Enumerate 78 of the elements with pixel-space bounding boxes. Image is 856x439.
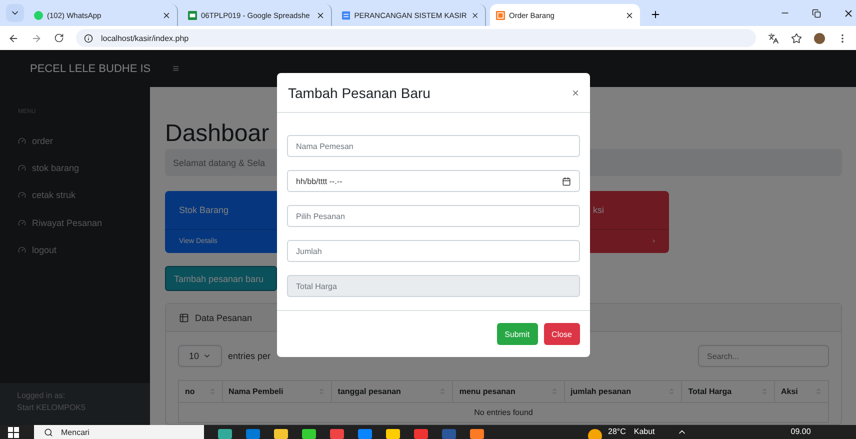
close-button[interactable]: × <box>572 86 579 100</box>
empty-message: No entries found <box>178 402 828 422</box>
weather-icon <box>588 429 602 439</box>
app-icon[interactable] <box>386 429 400 439</box>
new-tab-icon[interactable] <box>650 9 661 20</box>
sidebar-item[interactable]: logout <box>0 236 150 264</box>
close-icon[interactable] <box>625 10 634 20</box>
app-icon[interactable] <box>358 429 372 439</box>
column-header[interactable]: Nama Pembeli <box>222 380 332 402</box>
weather-label: Kabut <box>634 426 655 438</box>
sort-icon <box>439 388 446 395</box>
submit-button[interactable]: Submit <box>496 323 538 345</box>
avatar[interactable] <box>814 32 825 44</box>
windows-icon[interactable] <box>8 427 20 439</box>
back-icon[interactable] <box>8 32 19 44</box>
close-icon[interactable] <box>316 10 325 20</box>
gauge-icon <box>18 191 26 200</box>
restore-icon[interactable] <box>812 8 821 18</box>
column-header[interactable]: tanggal pesanan <box>331 380 453 402</box>
close-icon[interactable] <box>470 10 479 20</box>
column-header[interactable]: Total Harga <box>682 380 774 402</box>
app-icon[interactable] <box>470 429 484 439</box>
gauge-icon <box>18 246 26 254</box>
taskbar-search[interactable]: Mencari <box>34 425 204 439</box>
temperature: 28°C <box>608 426 626 438</box>
close-icon[interactable] <box>843 8 854 18</box>
app-icon[interactable] <box>330 429 344 439</box>
sort-icon <box>318 388 325 395</box>
sort-icon <box>550 388 558 395</box>
sidebar-item[interactable]: stok barang <box>0 154 150 182</box>
table-icon <box>179 312 189 322</box>
sort-icon <box>208 388 216 395</box>
modal-title: Tambah Pesanan Baru <box>288 84 430 100</box>
info-icon[interactable] <box>84 34 93 42</box>
input-field[interactable]: Jumlah <box>287 240 580 262</box>
clock[interactable]: 09.00 <box>790 425 811 439</box>
sidebar-item[interactable]: order <box>0 127 150 154</box>
spreadsheet-icon <box>188 10 197 20</box>
gauge-icon <box>18 164 26 172</box>
column-header[interactable]: jumlah pesanan <box>564 380 682 402</box>
star-icon[interactable] <box>791 32 802 44</box>
close-icon[interactable] <box>162 10 171 20</box>
forward-icon[interactable] <box>31 32 42 44</box>
sort-icon <box>760 388 768 395</box>
entries-label: entries per <box>228 351 271 361</box>
app-icon[interactable] <box>274 429 288 439</box>
close-button[interactable]: Close <box>544 323 580 345</box>
chevron-down-icon <box>203 352 211 360</box>
column-header[interactable]: no <box>178 380 222 402</box>
card-title: ksi <box>593 205 604 215</box>
date-field[interactable]: hh/bb/tttt --.-- <box>287 170 580 192</box>
search-field[interactable]: Search... <box>698 345 829 367</box>
sidebar-item[interactable]: cetak struk <box>0 182 150 210</box>
app-icon[interactable] <box>218 429 232 439</box>
menu-toggle[interactable]: ≡ <box>172 62 180 74</box>
page-title: Dashboar <box>165 119 270 148</box>
app-icon[interactable] <box>302 429 316 439</box>
search-icon <box>44 428 53 436</box>
input-field[interactable]: Pilih Pesanan <box>287 205 580 227</box>
calendar-icon[interactable] <box>562 176 571 186</box>
chat-icon <box>34 10 43 20</box>
card-title: Data Pesanan <box>195 312 252 322</box>
sort-icon <box>815 388 822 395</box>
page-length-select[interactable]: 10 <box>178 345 222 367</box>
card-title: Stok Barang <box>179 205 229 215</box>
column-header[interactable]: Aksi <box>774 380 828 402</box>
translate-icon[interactable] <box>768 32 779 44</box>
gauge-icon <box>18 218 26 227</box>
brand[interactable]: PECEL LELE BUDHE IS <box>30 62 151 74</box>
app-icon <box>496 10 505 20</box>
address-bar[interactable]: localhost/kasir/index.php <box>76 29 756 47</box>
sort-icon <box>668 388 676 395</box>
sidebar-item[interactable]: Riwayat Pesanan <box>0 209 150 237</box>
gauge-icon <box>18 136 26 145</box>
reload-icon[interactable] <box>54 33 64 43</box>
input-field[interactable]: Nama Pemesan <box>287 135 580 157</box>
column-header[interactable]: menu pesanan <box>452 380 564 402</box>
document-icon <box>342 10 350 20</box>
